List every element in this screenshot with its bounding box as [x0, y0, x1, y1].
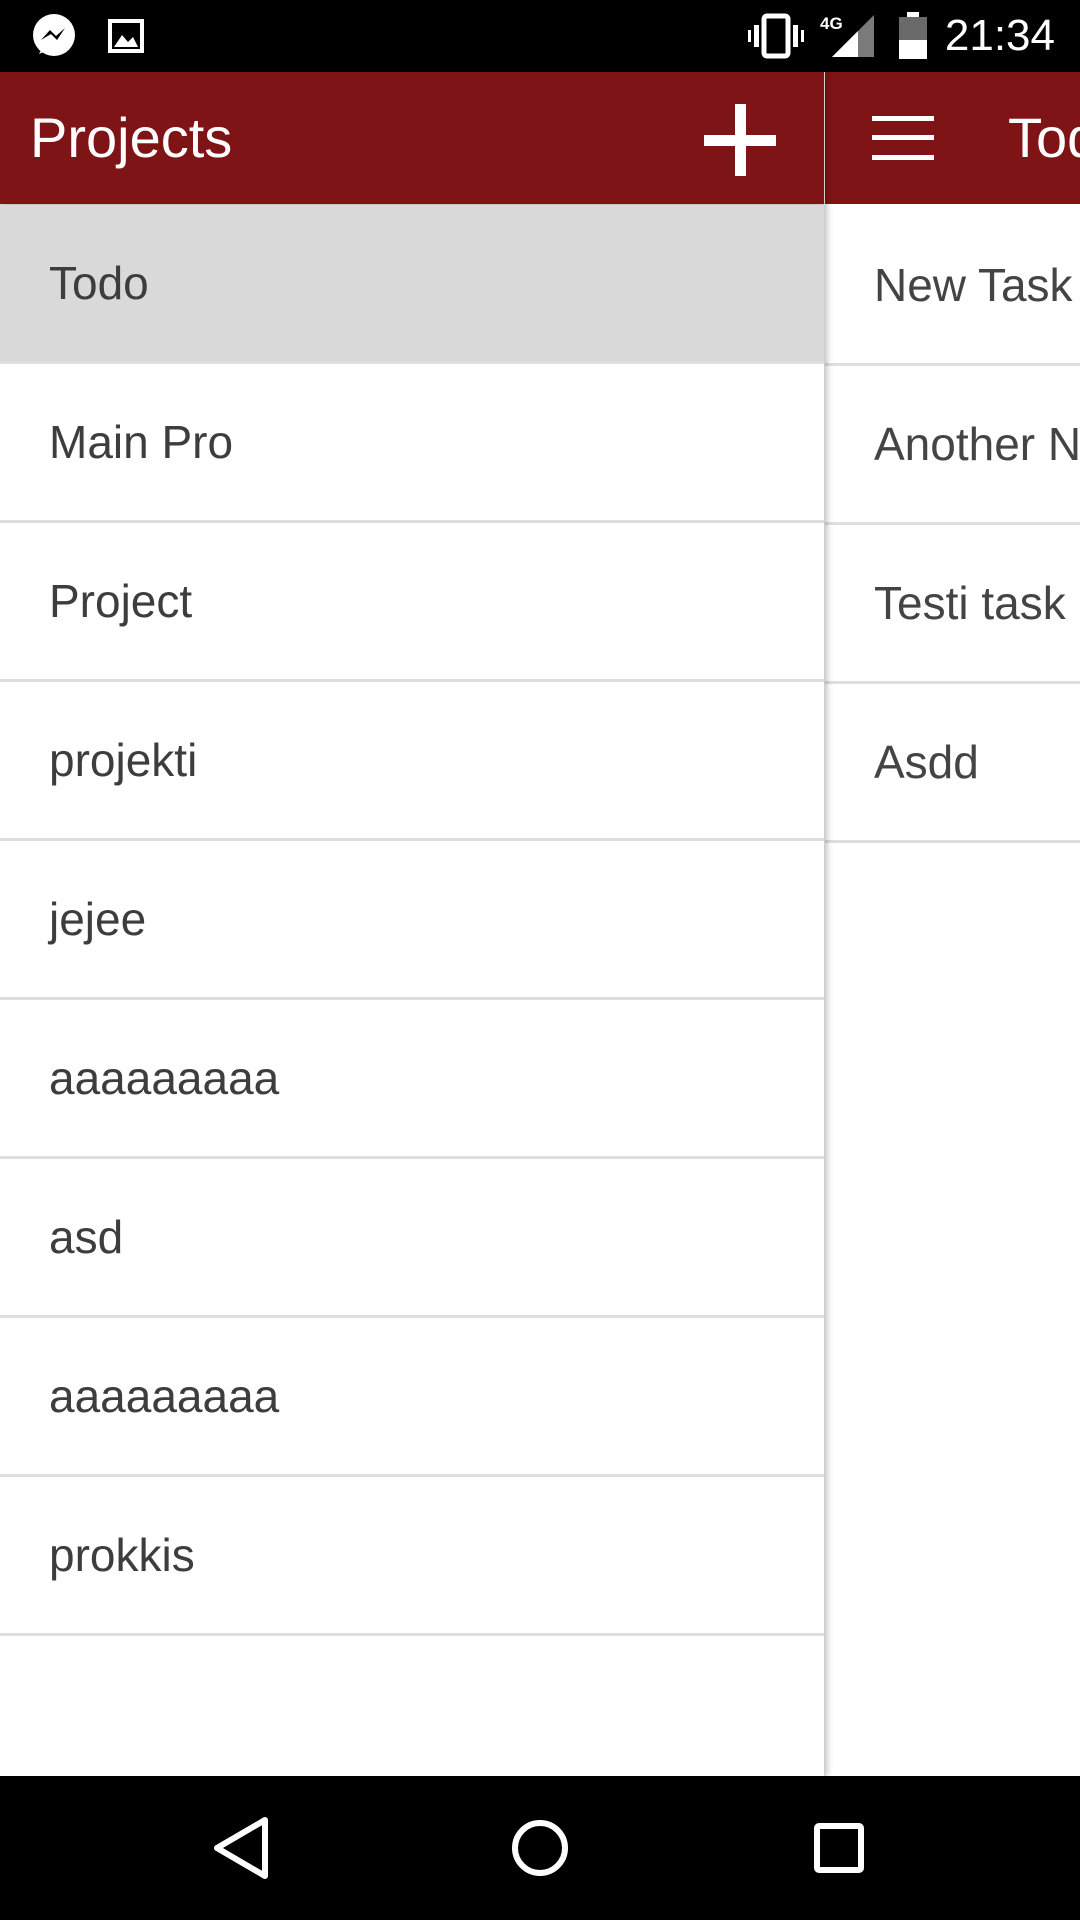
navigation-bar [0, 1776, 1080, 1920]
project-item-aaaaaaaaa[interactable]: aaaaaaaaa [0, 1000, 824, 1159]
task-item[interactable]: Another New Task [825, 366, 1080, 525]
recents-button[interactable] [803, 1812, 875, 1884]
back-button[interactable] [205, 1812, 277, 1884]
add-project-button[interactable] [700, 100, 780, 180]
home-button[interactable] [504, 1812, 576, 1884]
image-icon [108, 0, 144, 72]
project-item-todo[interactable]: Todo [0, 205, 824, 364]
status-bar: 4G 21:34 [0, 0, 1080, 72]
project-item-main-pro[interactable]: Main Pro [0, 364, 824, 523]
main-toolbar: Todo [825, 72, 1080, 204]
project-item-prokkis[interactable]: prokkis [0, 1477, 824, 1636]
home-icon [512, 1820, 568, 1876]
screen: 4G 21:34 Todo New Task Another [0, 0, 1080, 1920]
signal-icon: 4G [820, 0, 876, 72]
project-item-aaaaaaaaa-2[interactable]: aaaaaaaaa [0, 1318, 824, 1477]
back-icon [214, 1817, 268, 1879]
vibrate-icon [748, 0, 804, 72]
project-item-projekti[interactable]: projekti [0, 682, 824, 841]
projects-drawer: Projects Todo Main Pro Project projekti … [0, 72, 825, 1776]
battery-icon [898, 0, 928, 72]
task-item[interactable]: Testi task [825, 525, 1080, 684]
svg-text:4G: 4G [820, 14, 843, 33]
project-list: Todo Main Pro Project projekti jejee aaa… [0, 205, 824, 1636]
hamburger-menu-icon[interactable] [872, 116, 934, 160]
main-title: Todo [1008, 106, 1080, 169]
recents-icon [814, 1823, 864, 1873]
project-item-project[interactable]: Project [0, 523, 824, 682]
drawer-toolbar: Projects [0, 72, 824, 204]
task-list: New Task Another New Task Testi task Asd… [825, 204, 1080, 843]
task-item[interactable]: New Task [825, 204, 1080, 366]
task-item[interactable]: Asdd [825, 684, 1080, 843]
project-item-jejee[interactable]: jejee [0, 841, 824, 1000]
clock: 21:34 [944, 11, 1055, 60]
main-pane: Todo New Task Another New Task Testi tas… [825, 72, 1080, 1776]
drawer-title: Projects [30, 106, 233, 169]
project-item-asd[interactable]: asd [0, 1159, 824, 1318]
messenger-icon [30, 0, 78, 72]
